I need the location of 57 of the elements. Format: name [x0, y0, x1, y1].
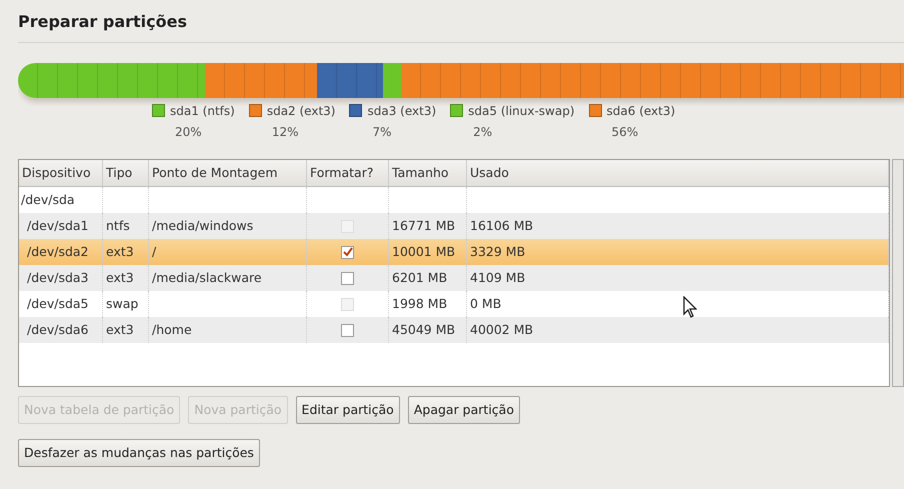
table-cell-text: 40002 MB — [470, 320, 534, 339]
table-cell-text: /dev/sda2 — [27, 242, 89, 261]
table-cell-text: /media/windows — [152, 216, 254, 235]
column-header[interactable]: Dispositivo — [19, 160, 103, 186]
table-cell-text: 16106 MB — [470, 216, 534, 235]
column-header[interactable]: Tamanho — [389, 160, 467, 186]
table-cell-text: 1998 MB — [392, 294, 448, 313]
table-cell-text: 3329 MB — [470, 242, 526, 261]
table-cell-text: 6201 MB — [392, 268, 448, 287]
table-cell-text: /dev/sda3 — [27, 268, 89, 287]
partition-label: sda5 (linux-swap) — [468, 103, 575, 120]
column-header[interactable]: Usado — [467, 160, 889, 186]
button[interactable]: Desfazer as mudanças nas partições — [18, 439, 260, 467]
partition-label: sda3 (ext3) — [367, 103, 436, 120]
table-cell-text: /dev/sda1 — [27, 216, 89, 235]
column-header[interactable]: Formatar? — [307, 160, 389, 186]
table-cell-text: 45049 MB — [392, 320, 456, 339]
table-cell-text: swap — [106, 294, 138, 313]
button: Nova partição — [188, 396, 288, 424]
table-cell-text: 4109 MB — [470, 268, 526, 287]
column-header[interactable]: Ponto de Montagem — [149, 160, 307, 186]
table-cell-text: 10001 MB — [392, 242, 456, 261]
partition-percent: 7% — [371, 124, 393, 141]
checkbox[interactable] — [341, 324, 354, 336]
checkbox[interactable] — [341, 272, 354, 284]
table-row[interactable]: /dev/sda1 ntfs /media/windows 16771 MB 16106 MB — [19, 213, 889, 239]
table-cell-text: / — [152, 242, 156, 261]
table-cell-text: ext3 — [106, 242, 134, 261]
table-row[interactable]: /dev/sda3 ext3 /media/slackware 6201 MB 4109 MB — [19, 265, 889, 291]
table-cell-text: /dev/sda — [21, 190, 75, 209]
table-cell-text: ntfs — [106, 216, 130, 235]
table-cell-text: ext3 — [106, 320, 134, 339]
table-cell-text: 16771 MB — [392, 216, 456, 235]
table-cell-text: /dev/sda5 — [27, 294, 89, 313]
page-title: Preparar partições — [18, 11, 187, 33]
partition-percent: 2% — [472, 124, 494, 141]
partition-label: sda6 (ext3) — [606, 103, 676, 120]
partition-percent: 12% — [270, 124, 300, 141]
column-header[interactable]: Tipo — [103, 160, 149, 186]
partition-percent: 20% — [174, 124, 203, 141]
table-row[interactable]: /dev/sda2 ext3 / 10001 MB 3329 MB — [19, 239, 889, 265]
scrollbar[interactable] — [892, 159, 904, 387]
partition-label: sda2 (ext3) — [266, 103, 336, 120]
table-cell-text: /home — [152, 320, 192, 339]
table-row[interactable]: /dev/sda6 ext3 /home 45049 MB 40002 MB — [19, 317, 889, 343]
table-cell-text: /dev/sda6 — [27, 320, 89, 339]
button: Nova tabela de partição — [18, 396, 180, 424]
button[interactable]: Apagar partição — [408, 396, 520, 424]
table-row[interactable]: /dev/sda — [19, 187, 889, 213]
checkbox[interactable] — [341, 246, 354, 258]
partition-percent: 56% — [610, 124, 640, 141]
button[interactable]: Editar partição — [296, 396, 400, 424]
table-cell-text: /media/slackware — [152, 268, 262, 287]
partition-label: sda1 (ntfs) — [170, 103, 235, 120]
pointer-icon — [683, 296, 697, 318]
table-cell-text: 0 MB — [470, 294, 502, 313]
table-cell-text: ext3 — [106, 268, 134, 287]
